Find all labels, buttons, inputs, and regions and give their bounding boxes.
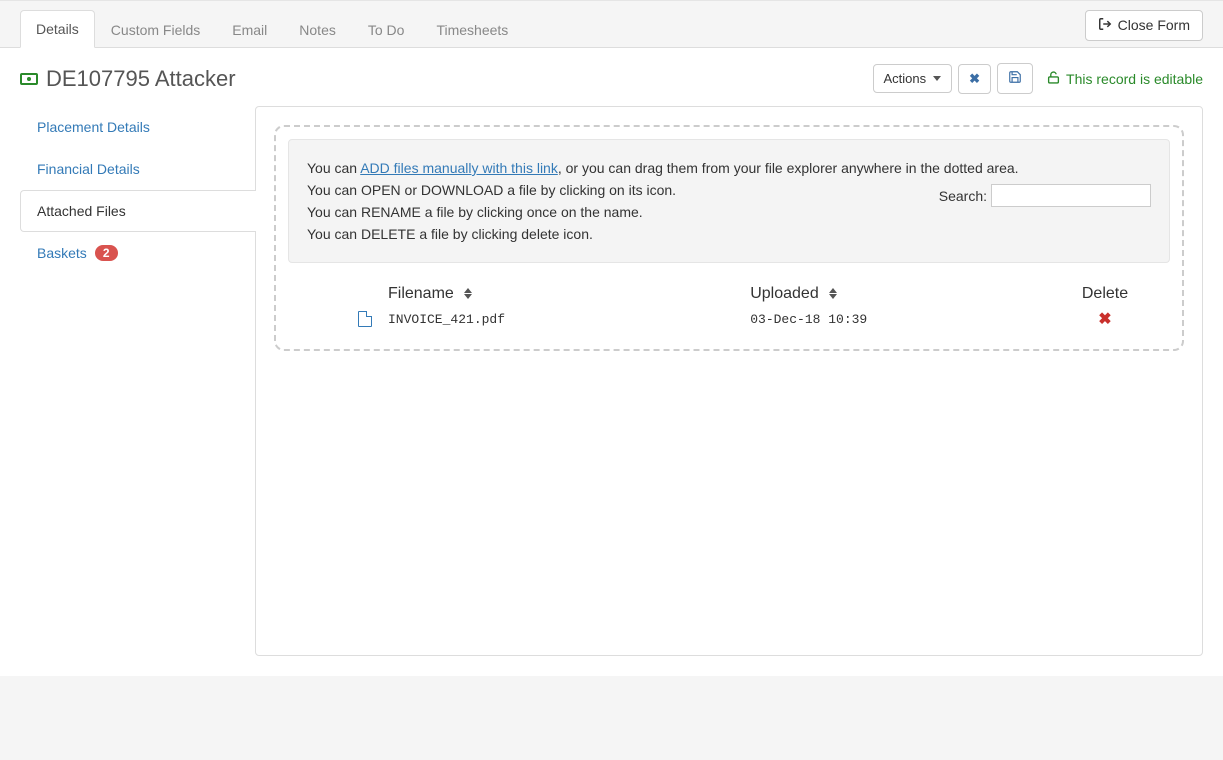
search-input[interactable] xyxy=(991,184,1151,207)
sort-icon xyxy=(829,288,837,299)
pdf-file-icon[interactable] xyxy=(358,311,372,327)
unlock-icon xyxy=(1047,71,1060,87)
file-table: Filename Uploaded Delete xyxy=(276,275,1182,349)
filename-header-text: Filename xyxy=(388,285,454,302)
baskets-count-badge: 2 xyxy=(95,245,118,261)
search-row: Search: xyxy=(939,184,1151,207)
close-x-icon: ✖ xyxy=(969,71,980,87)
save-button[interactable] xyxy=(997,63,1033,94)
sidebar-item-baskets-label: Baskets xyxy=(37,245,87,261)
caret-down-icon xyxy=(933,76,941,81)
file-row: INVOICE_421.pdf 03-Dec-18 10:39 ✖ xyxy=(288,307,1170,331)
info-line1-b: , or you can drag them from your file ex… xyxy=(558,160,1019,176)
info-block: You can ADD files manually with this lin… xyxy=(288,139,1170,263)
tab-custom-fields[interactable]: Custom Fields xyxy=(95,11,216,48)
top-tabbar: Details Custom Fields Email Notes To Do … xyxy=(0,9,1223,48)
add-files-link[interactable]: ADD files manually with this link xyxy=(360,160,558,176)
sidebar-item-baskets[interactable]: Baskets 2 xyxy=(20,232,255,274)
sidebar-item-placement-details[interactable]: Placement Details xyxy=(20,106,255,148)
cancel-button[interactable]: ✖ xyxy=(958,64,991,94)
uploaded-header-text: Uploaded xyxy=(750,285,819,302)
tab-details[interactable]: Details xyxy=(20,10,95,48)
sort-icon xyxy=(464,288,472,299)
search-label: Search: xyxy=(939,188,987,204)
info-line-delete: You can DELETE a file by clicking delete… xyxy=(307,226,1151,242)
record-title-text: DE107795 Attacker xyxy=(46,66,236,92)
sidebar: Placement Details Financial Details Atta… xyxy=(20,106,255,656)
delete-header: Delete xyxy=(1040,285,1170,303)
save-disk-icon xyxy=(1008,70,1022,87)
info-line1-a: You can xyxy=(307,160,360,176)
attached-files-panel: You can ADD files manually with this lin… xyxy=(255,106,1203,656)
tab-notes[interactable]: Notes xyxy=(283,11,352,48)
delete-file-button[interactable]: ✖ xyxy=(1098,311,1111,328)
editable-status-text: This record is editable xyxy=(1066,71,1203,87)
actions-dropdown[interactable]: Actions xyxy=(873,64,953,93)
file-uploaded-cell: 03-Dec-18 10:39 xyxy=(750,312,1040,327)
page-title: DE107795 Attacker xyxy=(20,66,236,92)
tab-timesheets[interactable]: Timesheets xyxy=(420,11,524,48)
info-line-add: You can ADD files manually with this lin… xyxy=(307,160,1151,176)
sidebar-item-financial-details[interactable]: Financial Details xyxy=(20,148,255,190)
file-table-header: Filename Uploaded Delete xyxy=(288,281,1170,307)
actions-label: Actions xyxy=(884,71,927,86)
file-drop-zone[interactable]: You can ADD files manually with this lin… xyxy=(274,125,1184,351)
tab-todo[interactable]: To Do xyxy=(352,11,421,48)
close-form-button[interactable]: Close Form xyxy=(1085,10,1203,41)
sidebar-item-attached-files[interactable]: Attached Files xyxy=(20,190,256,232)
sign-out-icon xyxy=(1098,17,1112,34)
file-name-cell[interactable]: INVOICE_421.pdf xyxy=(388,312,750,327)
money-icon xyxy=(20,73,38,85)
filename-header[interactable]: Filename xyxy=(388,285,750,303)
uploaded-header[interactable]: Uploaded xyxy=(750,285,1040,303)
tab-email[interactable]: Email xyxy=(216,11,283,48)
editable-status: This record is editable xyxy=(1047,71,1203,87)
close-form-label: Close Form xyxy=(1118,17,1190,33)
